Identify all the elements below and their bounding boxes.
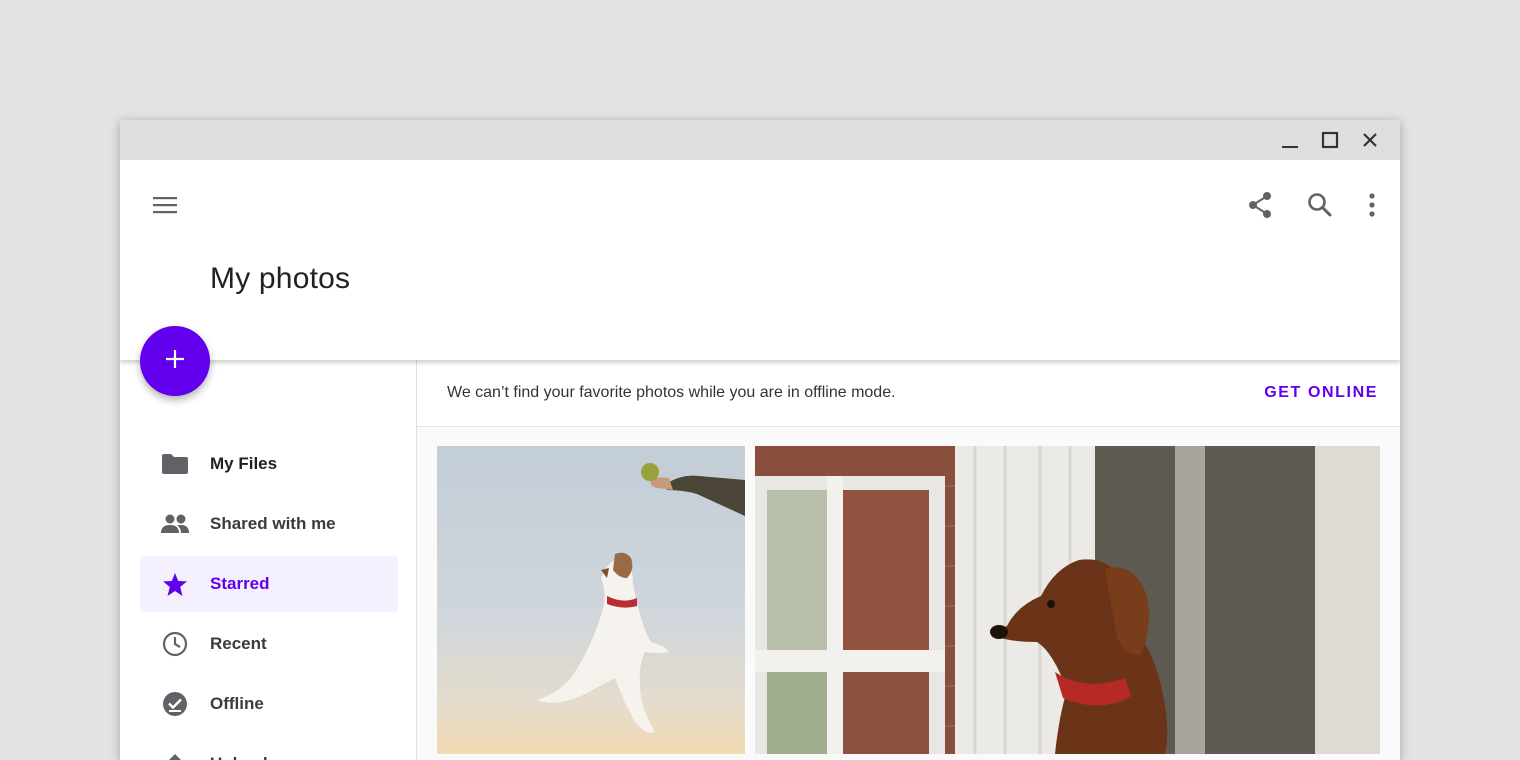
close-icon[interactable] — [1358, 128, 1382, 152]
sidebar-item-label: Upload — [210, 736, 268, 760]
sidebar-item-starred[interactable]: Starred — [140, 556, 398, 612]
add-button[interactable] — [140, 326, 210, 396]
search-icon[interactable] — [1300, 185, 1340, 225]
app-bar: My photos — [120, 160, 1400, 360]
star-icon — [160, 572, 190, 596]
maximize-icon[interactable] — [1318, 128, 1342, 152]
share-icon[interactable] — [1240, 185, 1280, 225]
sidebar-item-shared-with-me[interactable]: Shared with me — [140, 496, 398, 552]
folder-icon — [160, 452, 190, 476]
minimize-icon[interactable] — [1278, 128, 1302, 152]
clock-icon — [160, 631, 190, 657]
sidebar-item-recent[interactable]: Recent — [140, 616, 398, 672]
page-title: My photos — [210, 262, 351, 295]
sidebar-item-label: Offline — [210, 694, 264, 713]
window-titlebar[interactable] — [120, 120, 1400, 160]
main-content: We can’t find your favorite photos while… — [417, 360, 1400, 760]
people-icon — [160, 512, 190, 536]
sidebar-item-label: Starred — [210, 574, 270, 593]
app-window: My photos My Files Shared with me Starre… — [120, 120, 1400, 760]
plus-icon — [164, 348, 186, 375]
sidebar-item-offline[interactable]: Offline — [140, 676, 398, 732]
sidebar-item-label: My Files — [210, 454, 278, 473]
banner-message: We can’t find your favorite photos while… — [447, 384, 896, 401]
sidebar-item-my-files[interactable]: My Files — [140, 436, 398, 492]
photo-jumping-dog — [437, 446, 745, 754]
sidebar: My Files Shared with me Starred Recent O… — [120, 360, 417, 760]
photo-tile[interactable] — [755, 446, 1380, 754]
menu-icon[interactable] — [145, 185, 185, 225]
sidebar-item-label: Shared with me — [210, 514, 336, 533]
offline-check-icon — [160, 692, 190, 716]
offline-banner: We can’t find your favorite photos while… — [417, 360, 1400, 427]
sidebar-item-upload[interactable]: Upload — [140, 736, 398, 760]
photo-dachshund-window — [755, 446, 1380, 754]
more-vert-icon[interactable] — [1352, 185, 1392, 225]
sidebar-item-label: Recent — [210, 634, 267, 653]
photo-tile[interactable] — [437, 446, 745, 754]
get-online-button[interactable]: GET ONLINE — [1264, 360, 1378, 426]
upload-icon — [160, 752, 190, 760]
